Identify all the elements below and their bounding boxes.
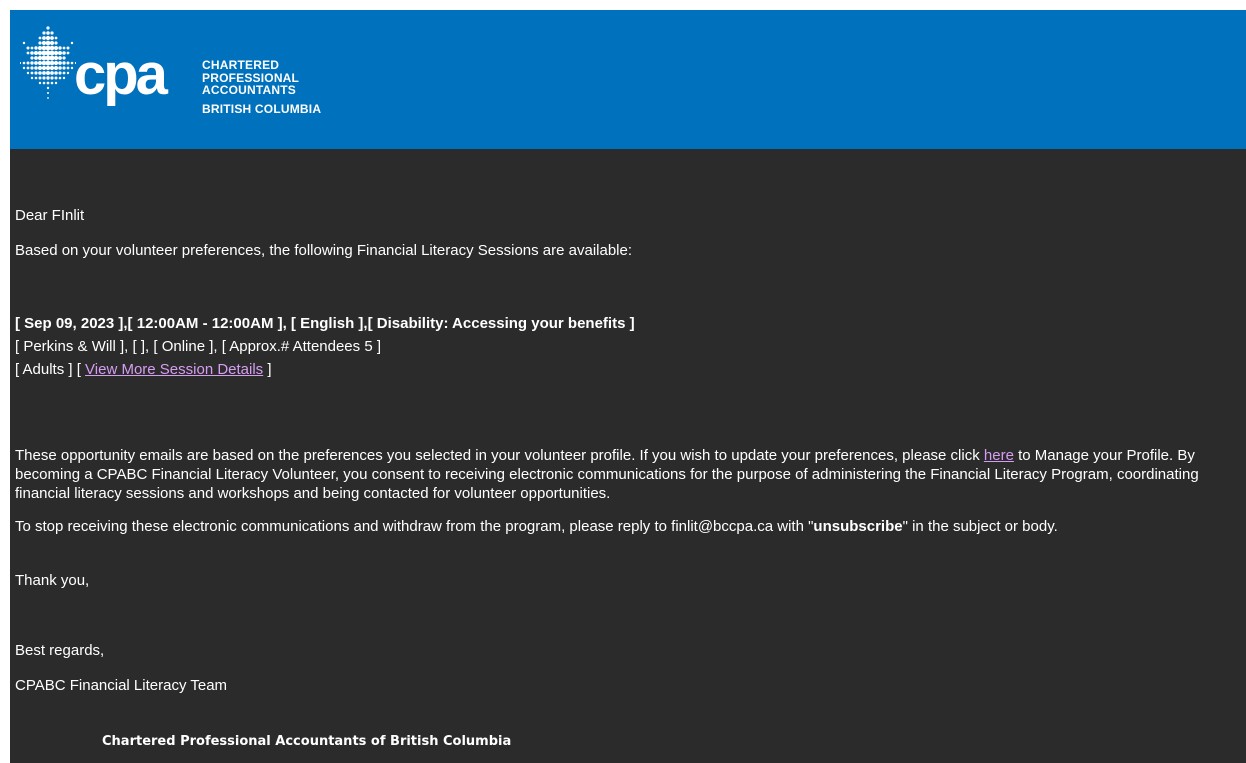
logo-region: BRITISH COLUMBIA (202, 101, 322, 116)
greeting: Dear FInlit (15, 207, 85, 224)
session-title: [ Sep 09, 2023 ],[ 12:00AM - 12:00AM ], … (15, 315, 635, 332)
session-audience: [ Adults ] [ View More Session Details ] (15, 361, 272, 378)
unsubscribe-keyword: unsubscribe (813, 518, 903, 535)
unsubscribe-text: To stop receiving these electronic commu… (15, 518, 1058, 535)
session-details: [ Perkins & Will ], [ ], [ Online ], [ A… (15, 338, 381, 355)
view-more-session-details-link[interactable]: View More Session Details (85, 361, 263, 378)
audience-suffix: ] (263, 361, 272, 378)
logo-text: CHARTERED PROFESSIONAL ACCOUNTANTS BRITI… (202, 59, 321, 115)
logo-line-3: ACCOUNTANTS (202, 83, 296, 97)
opportunity-text-1: These opportunity emails are based on th… (15, 447, 984, 464)
organization-name: Chartered Professional Accountants of Br… (102, 734, 512, 749)
team-signature: CPABC Financial Literacy Team (15, 677, 228, 694)
audience-prefix: [ Adults ] [ (15, 361, 86, 378)
regards-text: Best regards, (15, 642, 105, 659)
cpa-wordmark: cpa (74, 42, 172, 106)
email-header: cpa CHARTERED PROFESSIONAL ACCOUNTANTS B… (10, 10, 1246, 149)
unsubscribe-text-2: " in the subject or body. (902, 518, 1058, 535)
opportunity-paragraph: These opportunity emails are based on th… (15, 446, 1227, 503)
cpa-wordmark-text: cpa (74, 42, 169, 106)
cpa-logo: cpa CHARTERED PROFESSIONAL ACCOUNTANTS B… (20, 26, 321, 115)
intro-text: Based on your volunteer preferences, the… (15, 242, 633, 259)
logo-line-1: CHARTERED (202, 58, 280, 72)
maple-leaf-dots-icon (20, 26, 76, 99)
thanks-text: Thank you, (15, 572, 90, 589)
unsubscribe-text-1: To stop receiving these electronic commu… (15, 518, 814, 535)
email-frame: cpa CHARTERED PROFESSIONAL ACCOUNTANTS B… (10, 10, 1246, 763)
manage-profile-here-link[interactable]: here (984, 447, 1014, 464)
